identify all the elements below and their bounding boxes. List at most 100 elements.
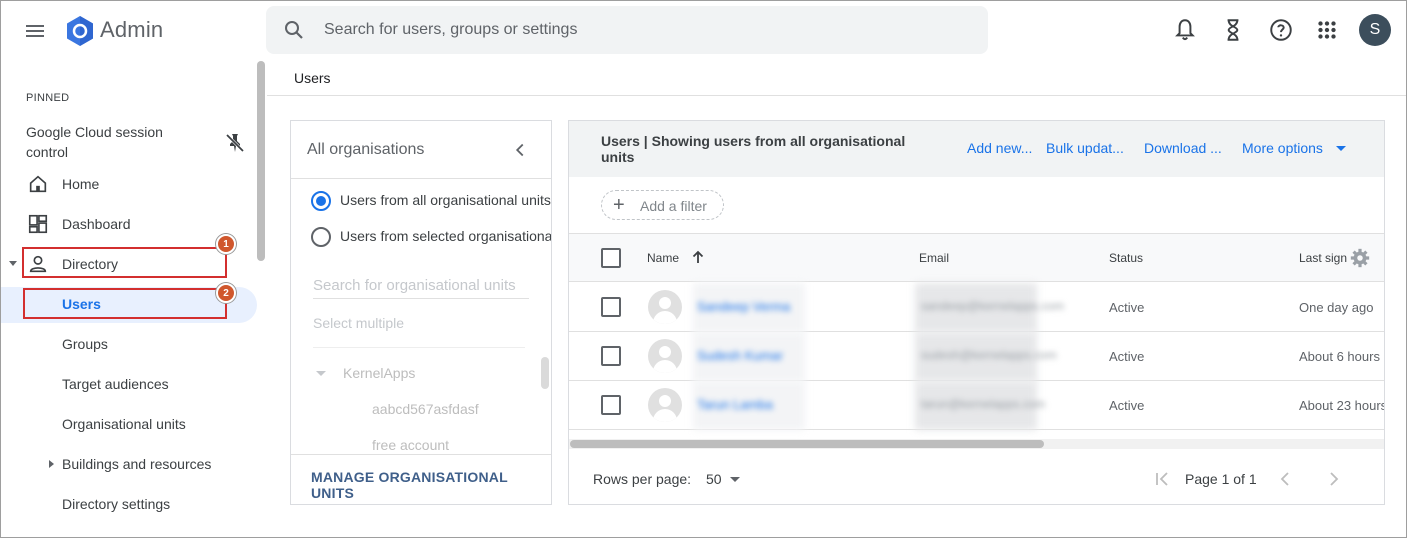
- table-header-row: Name Email Status Last sign-in: [569, 234, 1384, 282]
- user-last-sign-in: About 6 hours ago: [1299, 349, 1384, 364]
- user-status: Active: [1109, 398, 1145, 413]
- home-icon: [29, 175, 47, 193]
- users-panel: Users | Showing users from all organisat…: [568, 120, 1385, 505]
- radio-button[interactable]: [311, 227, 331, 247]
- sidebar-item-organisational-units[interactable]: Organisational units: [1, 407, 257, 443]
- select-all-checkbox[interactable]: [601, 248, 621, 268]
- radio-all-org-units[interactable]: Users from all organisational units: [311, 189, 551, 213]
- bulk-update-button[interactable]: Bulk updat...: [1046, 140, 1124, 156]
- collapse-chevron-left-icon[interactable]: [509, 139, 531, 161]
- sidebar-scrollbar[interactable]: [257, 61, 265, 261]
- users-panel-title: Users | Showing users from all organisat…: [601, 133, 906, 165]
- users-panel-header: Users | Showing users from all organisat…: [569, 121, 1384, 177]
- column-header-email[interactable]: Email: [919, 251, 949, 265]
- row-checkbox[interactable]: [601, 395, 621, 415]
- divider: [313, 347, 525, 348]
- unpin-icon[interactable]: [223, 131, 247, 155]
- select-multiple-link[interactable]: Select multiple: [313, 315, 404, 331]
- tasks-hourglass-icon[interactable]: [1220, 17, 1246, 43]
- callout-box-directory: [22, 247, 227, 278]
- tree-expand-caret-icon[interactable]: [316, 371, 326, 376]
- account-avatar[interactable]: S: [1359, 14, 1391, 46]
- column-header-name[interactable]: Name: [647, 251, 679, 265]
- expand-caret-icon: [9, 261, 17, 266]
- plus-icon: +: [613, 194, 625, 216]
- notifications-bell-icon[interactable]: [1172, 17, 1198, 43]
- sidebar-item-label: Organisational units: [62, 416, 186, 432]
- table-row[interactable]: Tarun Lamba tarun@kernelapps.com Active …: [569, 381, 1385, 430]
- search-input[interactable]: [324, 16, 964, 44]
- table-row[interactable]: Sudesh Kumar sudesh@kernelapps.com Activ…: [569, 332, 1384, 381]
- org-tree-child[interactable]: free account: [372, 437, 449, 453]
- sidebar-item-label: Target audiences: [62, 376, 169, 392]
- horizontal-scrollbar-thumb[interactable]: [570, 440, 1044, 448]
- search-icon: [285, 21, 303, 39]
- dropdown-caret-icon: [730, 477, 740, 482]
- user-status: Active: [1109, 349, 1145, 364]
- divider: [291, 454, 551, 455]
- user-email: tarun@kernelapps.com: [921, 397, 1046, 411]
- callout-badge-1: 1: [216, 234, 236, 254]
- organisations-panel: All organisations Users from all organis…: [290, 120, 552, 505]
- rows-per-page-value: 50: [706, 471, 722, 487]
- help-icon[interactable]: [1268, 17, 1294, 43]
- column-header-last-sign-in[interactable]: Last sign-in: [1299, 251, 1347, 265]
- org-tree-child[interactable]: aabcd567asfdasf: [372, 401, 479, 417]
- org-unit-search-input[interactable]: [313, 273, 529, 299]
- divider: [291, 178, 551, 179]
- user-last-sign-in: One day ago: [1299, 300, 1374, 315]
- app-title: Admin: [100, 17, 164, 42]
- sidebar-item-groups[interactable]: Groups: [1, 327, 257, 363]
- top-app-bar: Admin S: [1, 1, 1406, 61]
- breadcrumb: Users: [294, 70, 331, 86]
- global-search[interactable]: [266, 6, 988, 54]
- sidebar-item-buildings-resources[interactable]: Buildings and resources: [1, 447, 257, 483]
- first-page-icon[interactable]: [1153, 469, 1173, 489]
- row-checkbox[interactable]: [601, 297, 621, 317]
- user-avatar: [648, 339, 682, 373]
- expand-caret-icon: [49, 460, 54, 468]
- gear-icon[interactable]: [1349, 247, 1371, 269]
- user-last-sign-in: About 23 hours ago: [1299, 398, 1385, 413]
- sort-ascending-arrow-icon[interactable]: [691, 249, 705, 265]
- rows-per-page-select[interactable]: 50: [706, 469, 746, 491]
- sidebar-item-target-audiences[interactable]: Target audiences: [1, 367, 257, 403]
- rows-per-page-label: Rows per page:: [593, 471, 692, 487]
- admin-logo-icon: [67, 16, 93, 46]
- download-button[interactable]: Download ...: [1144, 140, 1222, 156]
- add-new-user-button[interactable]: Add new...: [967, 140, 1032, 156]
- sidebar-item-label: Home: [62, 176, 100, 192]
- sidebar-item-home[interactable]: Home: [1, 167, 257, 203]
- user-avatar: [648, 290, 682, 324]
- row-checkbox[interactable]: [601, 346, 621, 366]
- radio-label: Users from all organisational units: [340, 192, 551, 208]
- user-name-link[interactable]: Tarun Lamba: [697, 397, 773, 412]
- callout-badge-2: 2: [216, 283, 236, 303]
- user-status: Active: [1109, 300, 1145, 315]
- sidebar-item-directory-settings[interactable]: Directory settings: [1, 487, 257, 523]
- more-options-button[interactable]: More options: [1242, 140, 1323, 156]
- dashboard-icon: [28, 214, 48, 234]
- page-indicator: Page 1 of 1: [1185, 471, 1257, 487]
- add-filter-label: Add a filter: [640, 198, 707, 214]
- add-filter-button[interactable]: + Add a filter: [601, 190, 724, 220]
- pinned-section-label: PINNED: [26, 92, 70, 104]
- sidebar-item-label: Buildings and resources: [62, 456, 212, 472]
- radio-selected-org-units[interactable]: Users from selected organisational units: [311, 225, 551, 249]
- pinned-item-session-control[interactable]: Google Cloud session control: [26, 122, 186, 162]
- sidebar-item-label: Dashboard: [62, 216, 131, 232]
- org-tree-scrollbar[interactable]: [541, 357, 549, 389]
- column-header-status[interactable]: Status: [1109, 251, 1143, 265]
- user-name-link[interactable]: Sudesh Kumar: [697, 348, 783, 363]
- manage-org-units-link[interactable]: MANAGE ORGANISATIONAL UNITS: [311, 469, 551, 501]
- radio-button-selected[interactable]: [311, 191, 331, 211]
- apps-grid-icon[interactable]: [1314, 17, 1340, 43]
- user-email: sudesh@kernelapps.com: [921, 348, 1057, 362]
- next-page-icon[interactable]: [1324, 469, 1344, 489]
- org-tree-root[interactable]: KernelApps: [343, 365, 415, 381]
- user-name-link[interactable]: Sandeep Verma: [697, 299, 790, 314]
- user-avatar: [648, 388, 682, 422]
- menu-icon[interactable]: [23, 19, 47, 43]
- table-row[interactable]: Sandeep Verma sandeep@kernelapps.com Act…: [569, 283, 1384, 332]
- previous-page-icon[interactable]: [1275, 469, 1295, 489]
